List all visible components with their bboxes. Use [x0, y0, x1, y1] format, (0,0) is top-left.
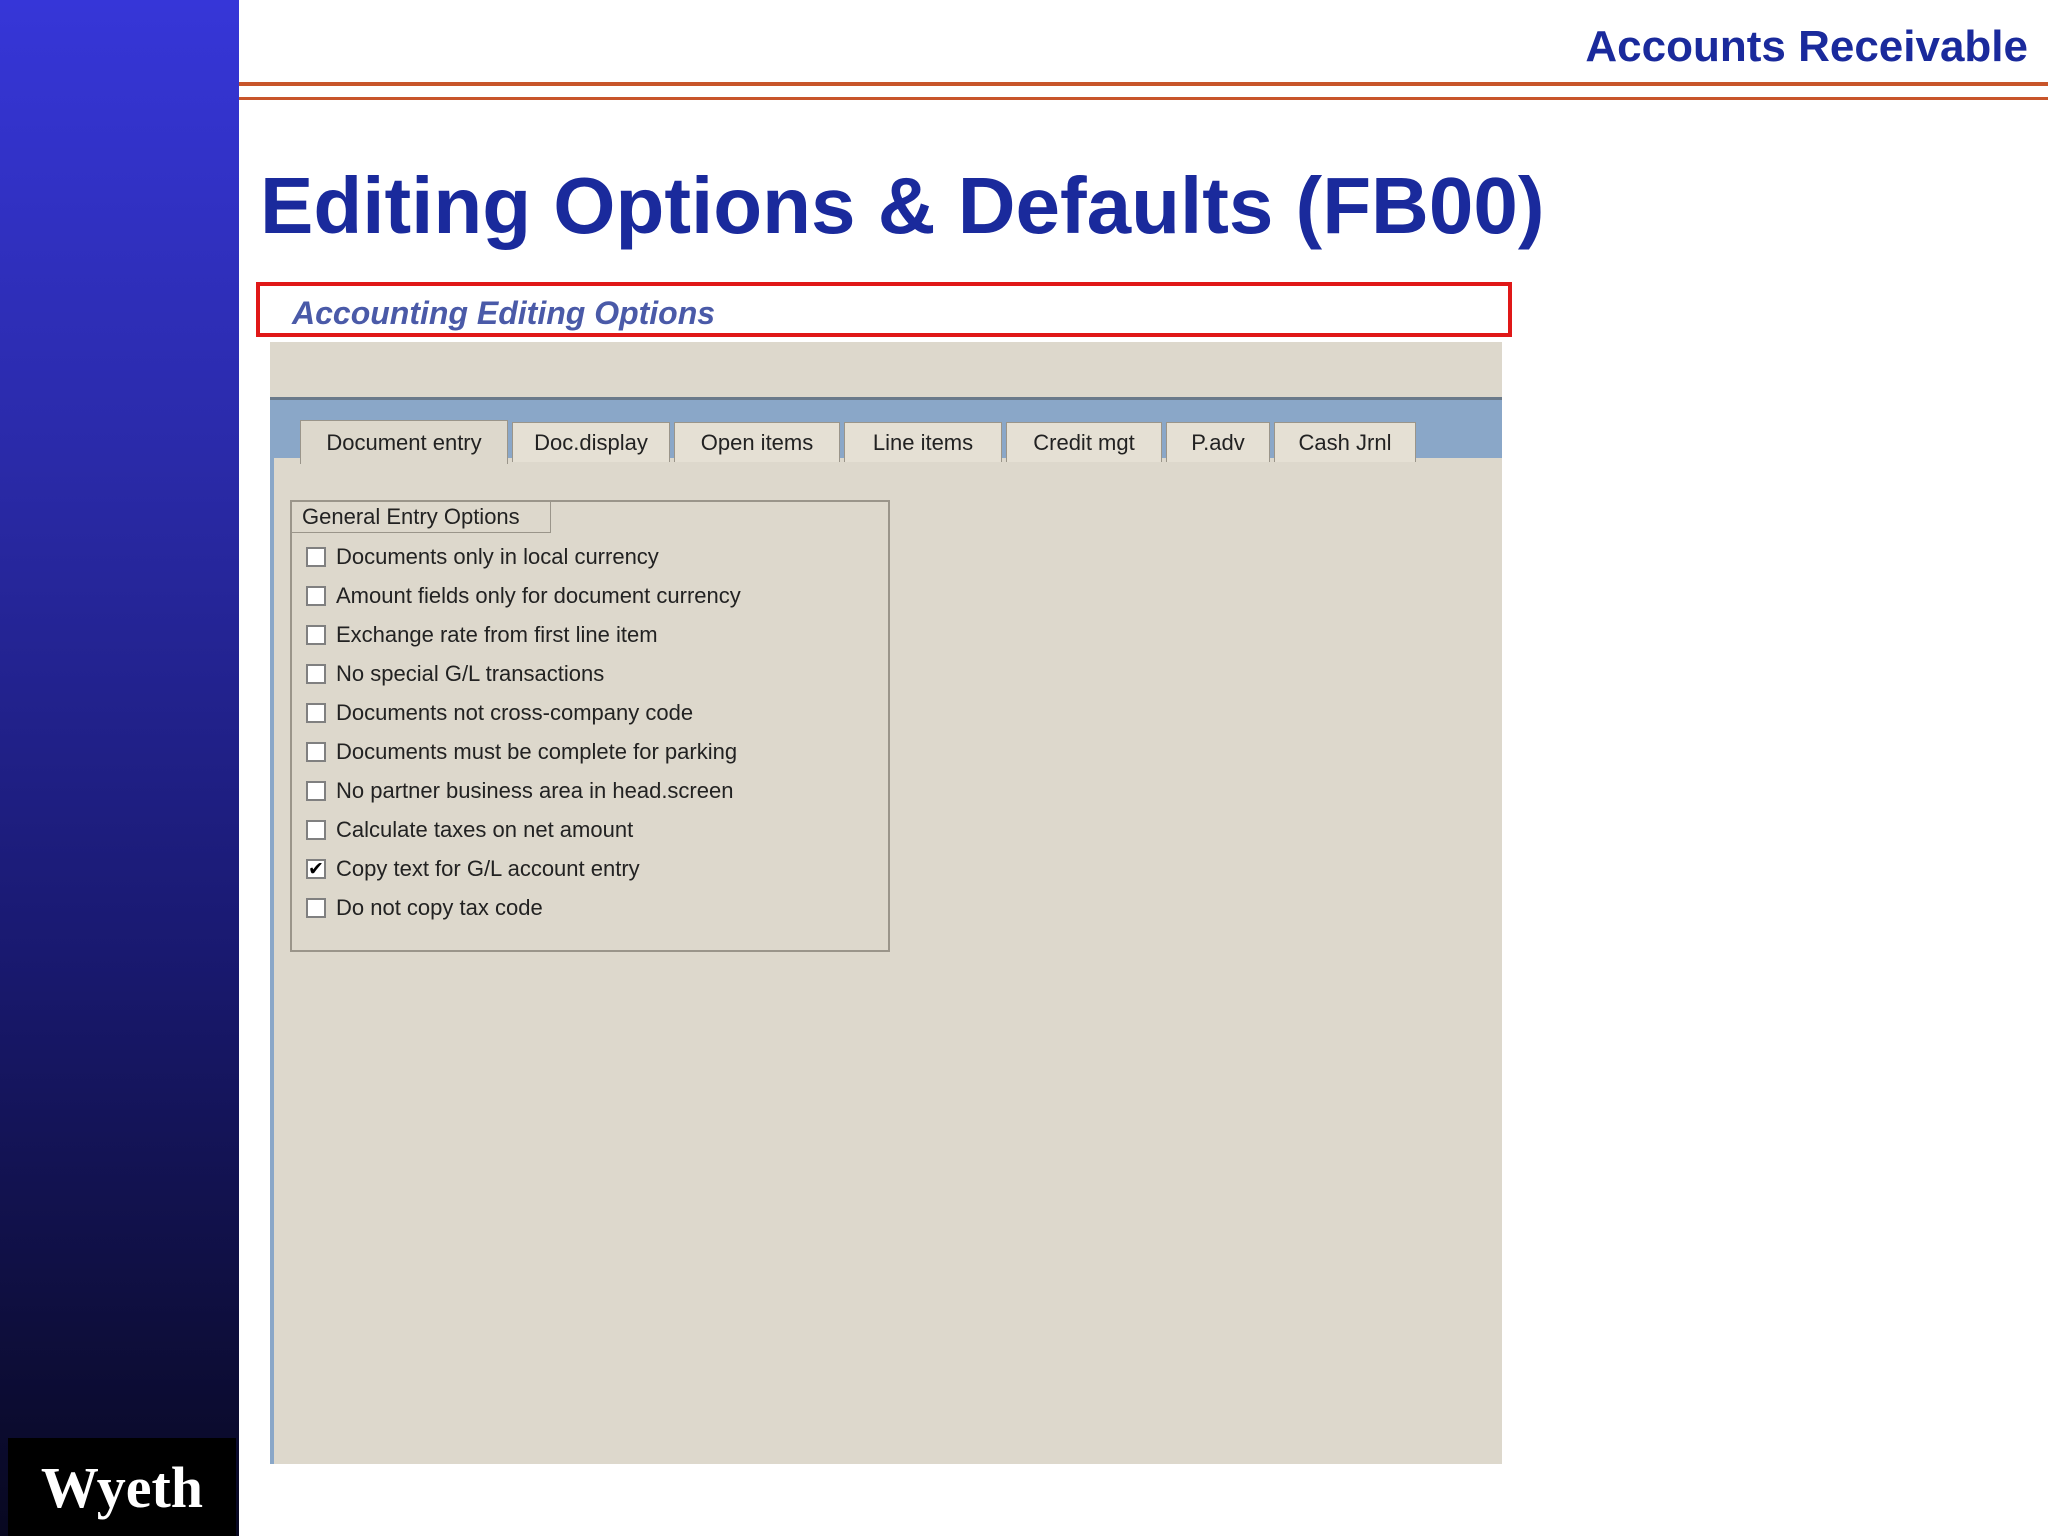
tab-credit-mgt[interactable]: Credit mgt [1006, 422, 1162, 462]
section-header: Accounts Receivable [1585, 22, 2028, 71]
tab-cash-jrnl[interactable]: Cash Jrnl [1274, 422, 1416, 462]
option-row[interactable]: No partner business area in head.screen [306, 776, 733, 806]
tab-line-items[interactable]: Line items [844, 422, 1002, 462]
checkbox[interactable] [306, 820, 326, 840]
checkbox[interactable] [306, 781, 326, 801]
option-row[interactable]: Documents must be complete for parking [306, 737, 737, 767]
group-title: General Entry Options [292, 502, 551, 533]
option-row[interactable]: ✔ Copy text for G/L account entry [306, 854, 640, 884]
checkbox[interactable] [306, 742, 326, 762]
side-bar: Wyeth [0, 0, 239, 1536]
option-row[interactable]: Documents only in local currency [306, 542, 659, 572]
tab-open-items[interactable]: Open items [674, 422, 840, 462]
callout-box: Accounting Editing Options [256, 282, 1512, 337]
wyeth-logo: Wyeth [8, 1438, 236, 1536]
option-row[interactable]: Calculate taxes on net amount [306, 815, 633, 845]
slide-title: Editing Options & Defaults (FB00) [260, 161, 1545, 250]
checkbox[interactable] [306, 664, 326, 684]
header-rule-bottom [239, 97, 2048, 100]
checkbox[interactable] [306, 547, 326, 567]
header-rule-top [239, 82, 2048, 86]
screen-left-border [270, 455, 274, 1464]
checkbox[interactable] [306, 586, 326, 606]
option-row[interactable]: Amount fields only for document currency [306, 581, 741, 611]
option-row[interactable]: Exchange rate from first line item [306, 620, 658, 650]
checkbox-checked[interactable]: ✔ [306, 859, 326, 879]
option-row[interactable]: Do not copy tax code [306, 893, 543, 923]
tab-document-entry[interactable]: Document entry [300, 420, 508, 464]
sap-screen: Document entry Doc.display Open items Li… [270, 342, 1502, 1464]
general-entry-options-group: General Entry Options Documents only in … [290, 500, 890, 952]
callout-title: Accounting Editing Options [292, 295, 716, 331]
checkbox[interactable] [306, 898, 326, 918]
option-row[interactable]: No special G/L transactions [306, 659, 604, 689]
tab-p-adv[interactable]: P.adv [1166, 422, 1270, 462]
checkbox[interactable] [306, 625, 326, 645]
tab-doc-display[interactable]: Doc.display [512, 422, 670, 462]
checkbox[interactable] [306, 703, 326, 723]
option-row[interactable]: Documents not cross-company code [306, 698, 693, 728]
